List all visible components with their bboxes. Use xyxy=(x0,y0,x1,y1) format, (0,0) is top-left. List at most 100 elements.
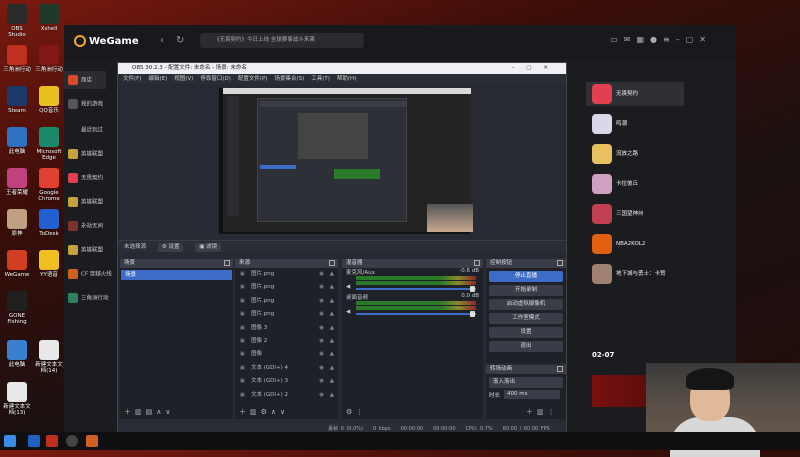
eye-icon[interactable]: ◉ xyxy=(319,295,324,308)
desktop-icon[interactable]: 三角洲行动 xyxy=(2,45,32,73)
scene-item[interactable]: 场景 xyxy=(121,270,232,280)
menu-item[interactable]: 场景集合(S) xyxy=(274,76,304,82)
sidebar-item[interactable]: 永劫无间 xyxy=(68,221,103,231)
eye-icon[interactable]: ◉ xyxy=(319,375,324,388)
desktop-icon[interactable]: Xshell xyxy=(34,4,64,32)
menu-item[interactable]: 视图(V) xyxy=(174,76,193,82)
desktop-volume-slider[interactable] xyxy=(356,313,476,315)
speaker-icon[interactable]: ◀ xyxy=(346,309,350,315)
source-item[interactable]: 图片.png ◉ ▲ xyxy=(235,268,338,281)
eye-icon[interactable]: ◉ xyxy=(319,362,324,375)
eye-icon[interactable]: ◉ xyxy=(319,308,324,321)
control-button[interactable]: 设置 xyxy=(489,327,563,338)
taskbar-app-icon[interactable] xyxy=(46,435,58,447)
lock-icon[interactable]: ▲ xyxy=(330,335,334,348)
source-item[interactable]: 文本 (GDI+) 3 ◉ ▲ xyxy=(235,375,338,388)
eye-icon[interactable]: ◉ xyxy=(319,348,324,361)
sidebar-item[interactable]: 英雄联盟 xyxy=(68,149,103,159)
taskbar-app-icon[interactable] xyxy=(28,435,40,447)
mic-volume-knob[interactable] xyxy=(470,286,475,292)
sidebar-item[interactable]: CF 穿越火线 xyxy=(68,269,112,279)
source-item[interactable]: 文本 (GDI+) 4 ◉ ▲ xyxy=(235,362,338,375)
lock-icon[interactable]: ▲ xyxy=(330,348,334,361)
undock-icon[interactable] xyxy=(557,260,563,266)
eye-icon[interactable]: ◉ xyxy=(319,389,324,402)
sidebar-item[interactable]: 三角洲行动 xyxy=(68,293,109,303)
sidebar-item[interactable]: 商店 xyxy=(64,71,107,89)
game-card[interactable]: 流放之路 xyxy=(586,142,684,166)
desktop-icon[interactable]: 王者荣耀 xyxy=(2,168,32,196)
sidebar-item[interactable]: 最近玩过 xyxy=(68,125,103,135)
transition-select[interactable]: 渐入渐出 xyxy=(489,377,563,388)
wegame-search-input[interactable]: 《无畏契约》今日上线 全球赛事战斗来袭 xyxy=(200,33,364,48)
menu-item[interactable]: 编辑(E) xyxy=(148,76,167,82)
desktop-icon[interactable]: Google Chrome xyxy=(34,168,64,202)
obs-preview[interactable] xyxy=(219,88,473,234)
lock-icon[interactable]: ▲ xyxy=(330,308,334,321)
menu-item[interactable]: 配置文件(P) xyxy=(238,76,268,82)
desktop-volume-knob[interactable] xyxy=(470,311,475,317)
menu-item[interactable]: 帮助(H) xyxy=(337,76,356,82)
desktop-icon[interactable]: WeGame xyxy=(2,250,32,278)
game-card[interactable]: 三国望神州 xyxy=(586,202,684,226)
window-controls[interactable]: ▭✉▦●≡–▢✕ xyxy=(610,35,712,44)
menu-item[interactable]: 停靠窗口(D) xyxy=(200,76,231,82)
desktop-icon[interactable]: 新建文本文档(14) xyxy=(34,340,64,374)
undock-icon[interactable] xyxy=(224,260,230,266)
desktop-icon[interactable]: 原神 xyxy=(2,209,32,237)
wegame-taskbar-icon[interactable] xyxy=(86,435,98,447)
control-button[interactable]: 开始录制 xyxy=(489,285,563,296)
refresh-icon[interactable]: ↻ xyxy=(176,35,184,46)
game-card[interactable]: 鸣潮 xyxy=(586,112,684,136)
lock-icon[interactable]: ▲ xyxy=(330,375,334,388)
back-arrow-icon[interactable]: ‹ xyxy=(160,35,164,46)
desktop-icon[interactable]: 此电脑 xyxy=(2,127,32,155)
speaker-icon[interactable]: ◀ xyxy=(346,284,350,290)
game-card[interactable]: 卡拉彼丘 xyxy=(586,172,684,196)
lock-icon[interactable]: ▲ xyxy=(330,268,334,281)
undock-icon[interactable] xyxy=(557,366,563,372)
desktop-icon[interactable]: 新建文本文档(13) xyxy=(2,382,32,416)
source-item[interactable]: 图片.png ◉ ▲ xyxy=(235,308,338,321)
undock-icon[interactable] xyxy=(329,260,335,266)
desktop-icon[interactable]: YY语音 xyxy=(34,250,64,278)
scenes-footer[interactable]: ＋▥▤∧∨ xyxy=(120,406,233,419)
duration-input[interactable]: 400 ms xyxy=(504,390,560,399)
desktop-icon[interactable]: 三角洲行动 xyxy=(34,45,64,73)
mic-volume-slider[interactable] xyxy=(356,288,476,290)
eye-icon[interactable]: ◉ xyxy=(319,322,324,335)
lock-icon[interactable]: ▲ xyxy=(330,362,334,375)
desktop-icon[interactable]: 此电脑 xyxy=(2,340,32,368)
desktop-icon[interactable]: OBS Studio xyxy=(2,4,32,38)
properties-button[interactable]: ⚙ 设置 xyxy=(157,243,184,252)
eye-icon[interactable]: ◉ xyxy=(319,335,324,348)
menu-item[interactable]: 文件(F) xyxy=(123,76,141,82)
mixer-footer[interactable]: ⚙⋮ xyxy=(342,406,483,419)
desktop-icon[interactable]: QQ音乐 xyxy=(34,86,64,114)
game-card[interactable]: 无畏契约 xyxy=(586,82,684,106)
sources-footer[interactable]: ＋▥⚙∧∨ xyxy=(235,406,338,419)
sidebar-item[interactable]: 英雄联盟 xyxy=(68,245,103,255)
game-card[interactable]: 地下城与勇士：卡赞 xyxy=(586,262,684,286)
source-item[interactable]: 图像 3 ◉ ▲ xyxy=(235,322,338,335)
desktop-icon[interactable]: ToDesk xyxy=(34,209,64,237)
source-item[interactable]: 文本 (GDI+) 2 ◉ ▲ xyxy=(235,389,338,402)
lock-icon[interactable]: ▲ xyxy=(330,322,334,335)
eye-icon[interactable]: ◉ xyxy=(319,281,324,294)
sidebar-item[interactable]: 无畏契约 xyxy=(68,173,103,183)
source-item[interactable]: 图像 2 ◉ ▲ xyxy=(235,335,338,348)
desktop-icon[interactable]: Microsoft Edge xyxy=(34,127,64,161)
desktop-icon[interactable]: GONE Fishing xyxy=(2,291,32,325)
source-item[interactable]: 图片.png ◉ ▲ xyxy=(235,295,338,308)
source-item[interactable]: 图片.png ◉ ▲ xyxy=(235,281,338,294)
menu-item[interactable]: 工具(T) xyxy=(311,76,330,82)
source-item[interactable]: 图像 ◉ ▲ xyxy=(235,348,338,361)
control-button[interactable]: 退出 xyxy=(489,341,563,352)
lock-icon[interactable]: ▲ xyxy=(330,281,334,294)
lock-icon[interactable]: ▲ xyxy=(330,389,334,402)
sidebar-item[interactable]: 英雄联盟 xyxy=(68,197,103,207)
control-button[interactable]: 启动虚拟摄像机 xyxy=(489,299,563,310)
eye-icon[interactable]: ◉ xyxy=(319,268,324,281)
start-icon[interactable] xyxy=(4,435,16,447)
obs-window-controls[interactable]: –▢✕ xyxy=(511,63,560,74)
